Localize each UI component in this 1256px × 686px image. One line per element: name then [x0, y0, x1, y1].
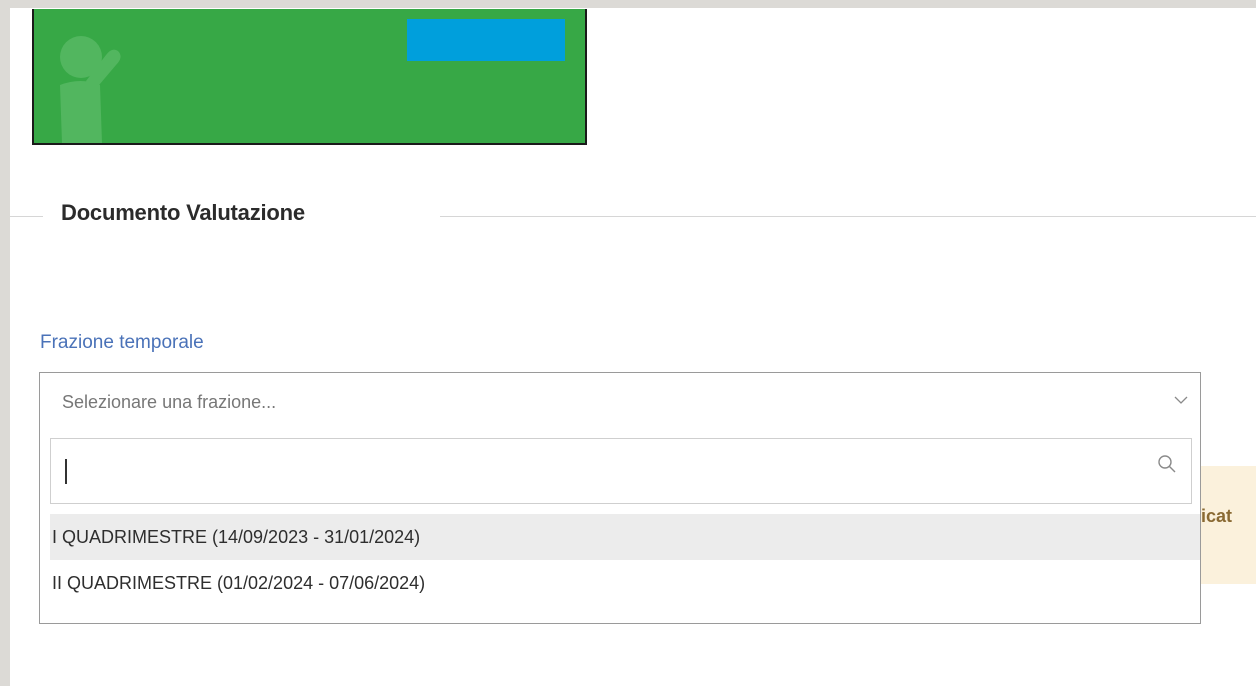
dropdown-option[interactable]: II QUADRIMESTRE (01/02/2024 - 07/06/2024…: [50, 560, 1200, 606]
field-label: Frazione temporale: [40, 332, 204, 353]
dropdown-option[interactable]: I QUADRIMESTRE (14/09/2023 - 31/01/2024): [50, 514, 1200, 560]
person-waving-icon: [60, 36, 121, 143]
section-divider-right: [440, 216, 1256, 217]
window-left-edge: [0, 0, 10, 686]
section-title: Documento Valutazione: [61, 200, 305, 225]
banner-blue-block: [407, 19, 565, 61]
chevron-down-icon[interactable]: [1174, 395, 1188, 405]
select-placeholder[interactable]: Selezionare una frazione...: [62, 392, 276, 413]
frazione-select[interactable]: Selezionare una frazione... I QUADRIMEST…: [39, 372, 1201, 624]
search-icon: [1158, 455, 1176, 473]
search-box[interactable]: [50, 438, 1192, 504]
section-divider-left: [10, 216, 43, 217]
header-banner: [32, 9, 587, 145]
window-top-edge: [0, 0, 1256, 8]
search-input[interactable]: [61, 451, 1145, 493]
